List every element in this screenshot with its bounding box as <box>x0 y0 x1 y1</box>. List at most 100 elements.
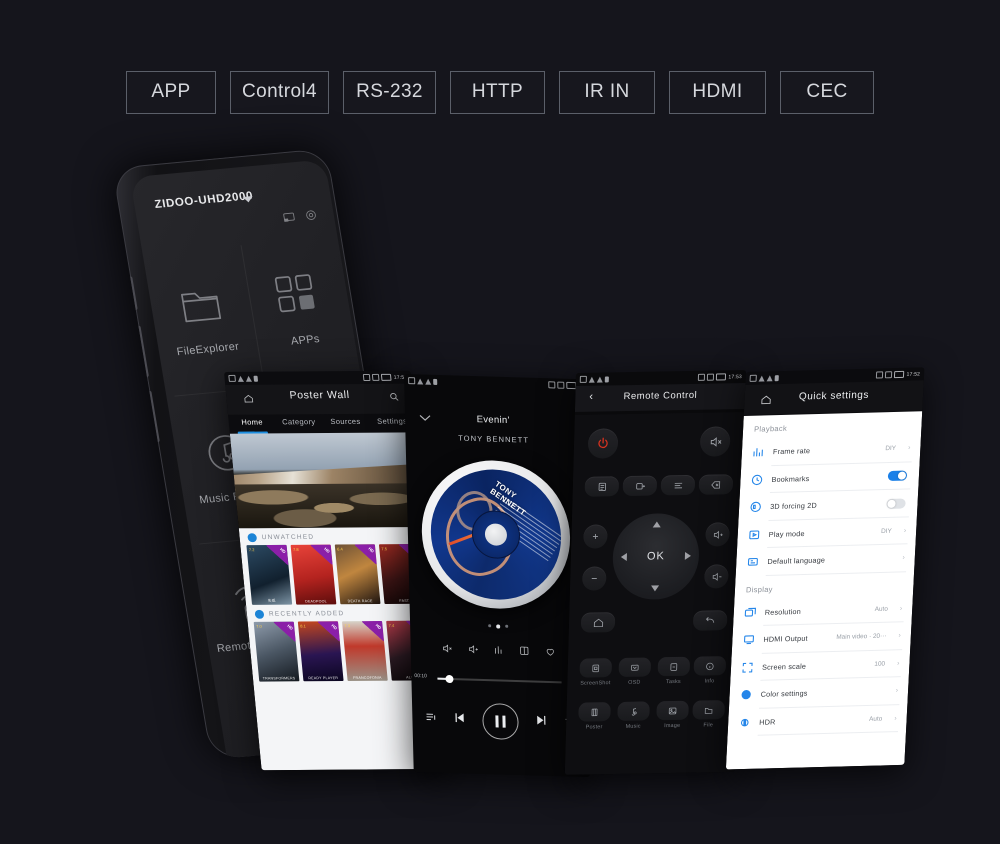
previous-track-icon[interactable] <box>452 710 468 730</box>
status-bar-left <box>749 374 779 382</box>
remote-source-button[interactable] <box>622 475 658 497</box>
remote-fn-screenshot[interactable] <box>579 658 613 678</box>
poster-card[interactable]: 7.0 HD TRANSFORMERS <box>253 621 300 682</box>
dot <box>505 624 509 628</box>
poster-card[interactable]: 7.2 HD 失孤 <box>246 544 293 605</box>
page-title: Poster Wall <box>288 389 351 402</box>
seek-handle[interactable] <box>445 674 454 683</box>
favorite-heart-icon[interactable] <box>545 644 556 662</box>
hd-badge: HD <box>310 544 333 565</box>
mute-button[interactable] <box>699 426 731 457</box>
pause-button[interactable] <box>482 702 519 741</box>
cast-icon[interactable] <box>281 210 297 229</box>
poster-rating: 8.1 <box>300 623 307 629</box>
playlist-icon[interactable] <box>424 710 437 728</box>
album-art-cd[interactable]: TONY BENNETT <box>420 458 572 611</box>
sim-icon <box>228 374 236 382</box>
page-indicator-dots <box>410 622 586 631</box>
tab-category[interactable]: Category <box>275 417 323 426</box>
poster-title: READY PLAYER <box>308 676 339 681</box>
settings-gear-icon[interactable] <box>303 208 319 227</box>
volume-up-icon[interactable] <box>467 642 478 660</box>
arrow-left-icon[interactable] <box>620 552 627 562</box>
status-bar: 17:55 <box>224 371 412 385</box>
remote-menu-button[interactable] <box>584 476 620 497</box>
remote-fn-file[interactable] <box>692 700 725 720</box>
poster-card[interactable]: 6.4 HD DEATH RACE <box>334 544 381 605</box>
bookmarks-toggle[interactable] <box>887 470 908 482</box>
poster-card[interactable]: 7.3 HD FRANCOFONIA <box>341 620 388 681</box>
ok-button[interactable]: OK <box>647 550 665 562</box>
signal-icon-2 <box>425 378 432 385</box>
music-player-screen: Evenin' TONY BENNETT TONY BENNETT 00:10 <box>404 374 590 777</box>
poster-card[interactable]: 8.1 HD READY PLAYER <box>297 621 344 682</box>
device-name-label: ZIDOO-UHD2000 <box>153 190 255 212</box>
remote-fn-info[interactable] <box>693 656 727 676</box>
remote-fn-tasks[interactable] <box>657 656 691 677</box>
channel-down-button[interactable] <box>581 566 607 591</box>
arrow-right-icon[interactable] <box>684 551 692 560</box>
home-header-icons <box>281 208 319 229</box>
remote-fn-poster[interactable] <box>578 702 611 722</box>
remote-fn-label: Tasks <box>665 678 681 686</box>
settings-row-default-language[interactable]: Default language › <box>736 544 916 576</box>
poster-rating: 7.8 <box>292 546 299 552</box>
chevron-right-icon: › <box>898 632 902 640</box>
channel-up-button[interactable] <box>583 524 608 549</box>
pause-bar <box>495 715 499 728</box>
arrow-up-icon[interactable] <box>652 521 661 528</box>
seek-bar[interactable]: 00:10 04:32 <box>411 672 587 689</box>
remote-subtitle-button[interactable] <box>660 474 696 496</box>
quick-settings-screen: 17:52 Quick settings Playback Frame rate… <box>725 367 925 770</box>
status-bar-left <box>408 377 438 385</box>
remote-fn-label: ScreenShot <box>580 680 611 687</box>
wifi-icon <box>433 378 438 385</box>
remote-backspace-button[interactable] <box>698 474 734 495</box>
power-button[interactable] <box>587 428 619 459</box>
poster-title: DEATH RACE <box>347 599 373 604</box>
volume-down-button[interactable] <box>704 564 729 589</box>
equalizer-icon[interactable] <box>493 642 504 660</box>
3d-forcing-toggle[interactable] <box>886 498 906 509</box>
pause-bar <box>502 715 506 728</box>
folder-icon <box>172 278 228 330</box>
next-track-icon[interactable] <box>533 712 549 732</box>
hdr-icon <box>738 716 752 729</box>
remote-back-button[interactable] <box>692 610 728 631</box>
status-bar-right: 17:52 <box>876 370 920 379</box>
search-icon[interactable] <box>388 389 400 407</box>
volume-down-icon[interactable] <box>441 641 452 659</box>
chevron-right-icon: › <box>894 714 897 722</box>
hero-banner-image[interactable] <box>229 432 426 529</box>
arrow-down-icon[interactable] <box>650 585 660 592</box>
settings-row-hdr[interactable]: HDR Auto › <box>728 704 908 736</box>
hd-badge: HD <box>317 621 340 642</box>
status-bar-right: 17:53 <box>698 373 742 381</box>
language-icon <box>746 555 760 568</box>
tab-sources[interactable]: Sources <box>322 416 370 425</box>
settings-row-value: DIY <box>885 445 897 453</box>
signal-icon-2 <box>245 375 252 382</box>
frame-rate-icon <box>752 446 766 459</box>
chevron-down-icon[interactable] <box>242 196 254 203</box>
time-elapsed: 00:10 <box>414 672 427 680</box>
remote-fn-osd[interactable] <box>618 657 652 677</box>
tab-home[interactable]: Home <box>228 417 276 426</box>
lyrics-icon[interactable] <box>519 643 530 661</box>
settings-row-label: HDR <box>759 717 776 727</box>
hd-badge: HD <box>273 621 296 642</box>
remote-fn-image[interactable] <box>656 700 689 721</box>
settings-row-label: Color settings <box>760 688 808 700</box>
remote-fn-label: File <box>703 722 714 729</box>
poster-card[interactable]: 7.8 HD DEADPOOL <box>290 544 337 605</box>
status-bar-right: 17:55 <box>363 373 408 381</box>
apps-grid-icon <box>270 269 326 321</box>
remote-body: OK ScreenShot OSD Tasks Info Poster Musi… <box>564 412 745 775</box>
dpad[interactable]: OK <box>611 512 701 601</box>
volume-up-button[interactable] <box>705 522 730 547</box>
remote-fn-music[interactable] <box>617 701 650 721</box>
poster-title: 失孤 <box>267 598 276 603</box>
section-label: RECENTLY ADDED <box>268 610 345 618</box>
music-quick-actions <box>410 640 587 663</box>
remote-home-button[interactable] <box>580 612 616 633</box>
